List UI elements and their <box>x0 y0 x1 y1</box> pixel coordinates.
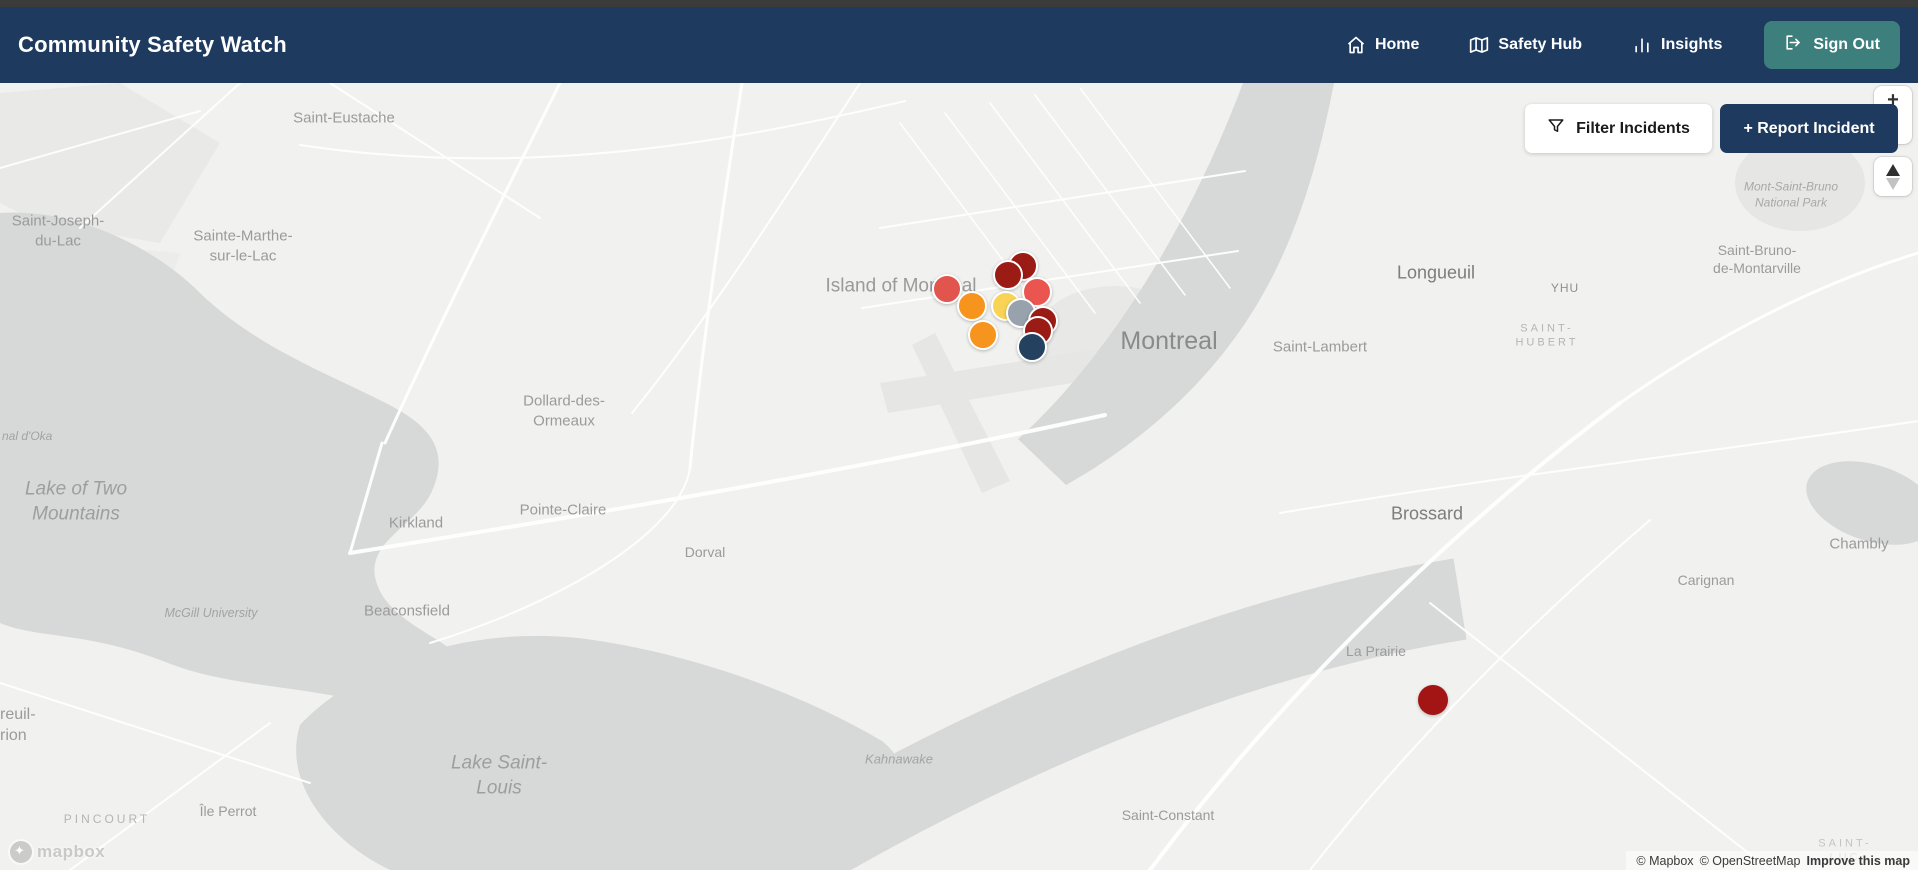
filter-incidents-button[interactable]: Filter Incidents <box>1525 104 1712 153</box>
osm-attribution-link[interactable]: © OpenStreetMap <box>1700 854 1801 868</box>
nav-item-home[interactable]: Home <box>1346 35 1419 55</box>
water-shape <box>0 212 472 728</box>
map-icon <box>1469 35 1489 55</box>
report-incident-label: + Report Incident <box>1743 119 1875 137</box>
nav-item-label: Safety Hub <box>1498 36 1582 53</box>
app-title: Community Safety Watch <box>18 32 287 57</box>
mapbox-logo[interactable]: ✦ mapbox <box>10 841 105 863</box>
incident-marker[interactable] <box>957 291 987 321</box>
mapbox-wordmark: mapbox <box>37 842 106 861</box>
sign-out-label: Sign Out <box>1813 36 1880 53</box>
improve-map-link[interactable]: Improve this map <box>1807 854 1911 868</box>
road-line <box>1429 602 1771 870</box>
map-canvas[interactable]: Saint-Eustache Saint-Joseph- du-Lac Sainte… <box>0 83 1918 870</box>
compass-south-needle <box>1886 177 1900 190</box>
landuse-shape <box>912 333 1010 493</box>
main-nav: Home Safety Hub Insights <box>1346 35 1722 55</box>
road-line <box>1309 519 1651 870</box>
nav-item-insights[interactable]: Insights <box>1632 35 1722 55</box>
compass-north-needle <box>1886 163 1900 176</box>
road-line <box>0 682 311 784</box>
road-line <box>329 83 541 219</box>
incident-marker[interactable] <box>1017 332 1047 362</box>
road-line <box>1618 251 1918 405</box>
road-line <box>429 467 691 644</box>
map-base <box>0 83 1918 870</box>
sign-out-button[interactable]: Sign Out <box>1764 21 1900 69</box>
incident-marker[interactable] <box>968 320 998 350</box>
home-icon <box>1346 35 1366 55</box>
road-line <box>1034 94 1186 296</box>
logout-icon <box>1784 33 1803 57</box>
road-line <box>299 100 906 160</box>
incident-marker[interactable] <box>1418 685 1448 715</box>
water-shape <box>748 558 1467 870</box>
window-top-strip <box>0 0 1918 7</box>
filter-incidents-label: Filter Incidents <box>1576 119 1690 137</box>
mapbox-attribution-link[interactable]: © Mapbox <box>1636 854 1693 868</box>
app-header: Community Safety Watch Home Safety Hub I… <box>0 7 1918 83</box>
nav-item-label: Home <box>1374 36 1420 53</box>
attribution-bar: © Mapbox © OpenStreetMap Improve this ma… <box>1626 851 1918 870</box>
water-shape <box>1806 461 1918 545</box>
report-incident-button[interactable]: + Report Incident <box>1720 104 1898 153</box>
road-line <box>631 83 861 414</box>
mapbox-logo-icon: ✦ <box>10 841 32 863</box>
bar-chart-icon <box>1632 35 1652 55</box>
nav-item-label: Insights <box>1661 36 1723 53</box>
nav-item-safety-hub[interactable]: Safety Hub <box>1469 35 1582 55</box>
compass-control[interactable] <box>1874 157 1912 196</box>
incident-marker[interactable] <box>993 260 1023 290</box>
road-line <box>383 83 562 445</box>
funnel-icon <box>1547 117 1565 140</box>
